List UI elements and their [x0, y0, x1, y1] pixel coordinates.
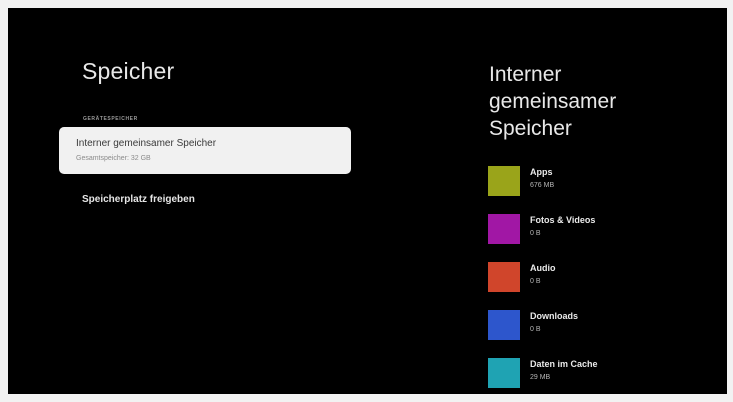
- internal-storage-item[interactable]: Interner gemeinsamer Speicher Gesamtspei…: [59, 127, 351, 174]
- audio-color-swatch: [488, 262, 520, 292]
- category-size: 0 B: [530, 230, 541, 237]
- category-size: 29 MB: [530, 374, 551, 381]
- category-size: 676 MB: [530, 182, 555, 189]
- total-storage-label: Gesamtspeicher: 32 GB: [76, 155, 151, 162]
- category-photos-videos: Fotos & Videos 0 B: [488, 214, 718, 246]
- cache-color-swatch: [488, 358, 520, 388]
- category-name: Daten im Cache: [530, 359, 598, 369]
- category-name: Audio: [530, 263, 556, 273]
- internal-storage-title: Interner gemeinsamer Speicher: [76, 138, 217, 149]
- apps-color-swatch: [488, 166, 520, 196]
- category-name: Apps: [530, 167, 553, 177]
- category-cache: Daten im Cache 29 MB: [488, 358, 718, 390]
- category-size: 0 B: [530, 326, 541, 333]
- category-apps: Apps 676 MB: [488, 166, 718, 198]
- free-up-space-item[interactable]: Speicherplatz freigeben: [82, 194, 195, 205]
- category-name: Downloads: [530, 311, 579, 321]
- photos-videos-color-swatch: [488, 214, 520, 244]
- page-title: Speicher: [82, 58, 175, 84]
- category-name: Fotos & Videos: [530, 215, 596, 225]
- section-label: GERÄTESPEICHER: [83, 116, 138, 122]
- downloads-color-swatch: [488, 310, 520, 340]
- tv-screen: Speicher GERÄTESPEICHER Interner gemeins…: [8, 8, 727, 394]
- category-downloads: Downloads 0 B: [488, 310, 718, 342]
- category-audio: Audio 0 B: [488, 262, 718, 294]
- category-size: 0 B: [530, 278, 541, 285]
- panel-title: Interner gemeinsamer Speicher: [489, 63, 617, 140]
